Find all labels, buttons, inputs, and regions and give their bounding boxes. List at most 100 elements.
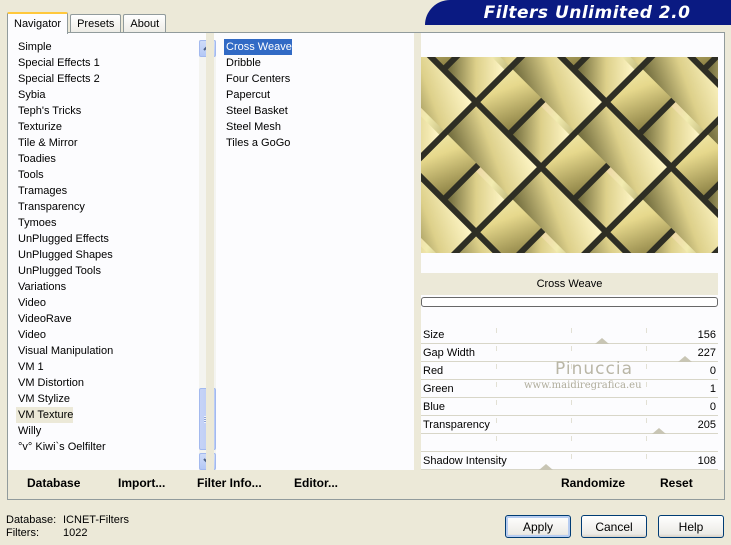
parameter-list: Size 156 Gap Width 227 Red 0 Green 1 Blue 0 Transp… [421, 326, 718, 470]
list-item[interactable]: UnPlugged Shapes [16, 247, 113, 263]
filters-label: Filters: [6, 527, 39, 539]
filter-preview [421, 57, 718, 253]
tab-navigator[interactable]: Navigator [7, 12, 69, 34]
param-row-empty[interactable] [421, 434, 718, 452]
editor-button[interactable]: Editor... [294, 476, 338, 490]
apply-button[interactable]: Apply [505, 515, 571, 538]
slider-tick [646, 382, 647, 387]
list-item[interactable]: VideoRave [16, 311, 72, 327]
cancel-button[interactable]: Cancel [581, 515, 647, 538]
list-item[interactable]: Steel Basket [224, 103, 288, 119]
slider-tick [496, 400, 497, 405]
list-item[interactable]: Tools [16, 167, 44, 183]
divider [206, 33, 214, 470]
database-value: ICNET-Filters [63, 514, 129, 526]
list-item[interactable]: Papercut [224, 87, 270, 103]
tab-about[interactable]: About [123, 14, 167, 33]
category-list[interactable]: Simple Special Effects 1 Special Effects 2… [16, 39, 196, 463]
preview-title: Cross Weave [421, 273, 718, 295]
preview-title-label: Cross Weave [536, 278, 603, 290]
param-value: 1 [709, 383, 716, 395]
app-title: Filters Unlimited 2.0 [483, 2, 691, 23]
slider-tick [496, 382, 497, 387]
param-value: 0 [709, 365, 716, 377]
param-row[interactable]: Blue 0 [421, 398, 718, 416]
list-item[interactable]: Tymoes [16, 215, 57, 231]
param-row[interactable]: Size 156 [421, 326, 718, 344]
help-button[interactable]: Help [658, 515, 724, 538]
list-item[interactable]: UnPlugged Tools [16, 263, 101, 279]
slider-tick [646, 400, 647, 405]
slider-tick [571, 454, 572, 459]
slider-tick [496, 346, 497, 351]
app-banner: Filters Unlimited 2.0 [425, 0, 731, 25]
filters-count: 1022 [63, 527, 88, 539]
slider-tick [571, 328, 572, 333]
list-item[interactable]: VM Stylize [16, 391, 70, 407]
divider [414, 470, 421, 499]
list-item[interactable]: Sybia [16, 87, 46, 103]
param-label: Size [423, 329, 445, 341]
slider-tick [496, 436, 497, 441]
param-row[interactable]: Transparency 205 [421, 416, 718, 434]
param-value: 108 [697, 455, 716, 467]
list-item[interactable]: Dribble [224, 55, 261, 71]
slider-tick [646, 418, 647, 423]
list-item[interactable]: UnPlugged Effects [16, 231, 109, 247]
list-item[interactable]: Tiles a GoGo [224, 135, 290, 151]
list-item[interactable]: Video [16, 327, 46, 343]
param-value: 0 [709, 401, 716, 413]
param-label: Transparency [423, 419, 490, 431]
slider-ticks [421, 398, 718, 416]
list-item[interactable]: °v° Kiwi`s Oelfilter [16, 439, 106, 455]
list-item[interactable]: Special Effects 1 [16, 55, 100, 71]
import-button[interactable]: Import... [118, 476, 165, 490]
param-value: 156 [697, 329, 716, 341]
list-item[interactable]: Transparency [16, 199, 85, 215]
divider [414, 33, 421, 470]
list-item[interactable]: VM Texture [16, 407, 74, 423]
list-item[interactable]: Toadies [16, 151, 56, 167]
slider-tick [571, 418, 572, 423]
database-button[interactable]: Database [27, 476, 80, 490]
list-item[interactable]: Visual Manipulation [16, 343, 113, 359]
list-item[interactable]: Tramages [16, 183, 67, 199]
filter-info-button[interactable]: Filter Info... [197, 476, 262, 490]
param-label: Shadow Intensity [423, 455, 507, 467]
weave-preview-image [421, 57, 718, 253]
reset-button[interactable]: Reset [660, 476, 693, 490]
slider-ticks [421, 434, 718, 452]
list-item[interactable]: Special Effects 2 [16, 71, 100, 87]
list-item[interactable]: VM Distortion [16, 375, 84, 391]
filter-list[interactable]: Cross Weave Dribble Four Centers Papercut St… [224, 39, 412, 463]
slider-tick [571, 346, 572, 351]
param-label: Gap Width [423, 347, 475, 359]
list-item[interactable]: Teph's Tricks [16, 103, 81, 119]
param-value: 205 [697, 419, 716, 431]
list-item[interactable]: Video [16, 295, 46, 311]
slider-tick [646, 454, 647, 459]
param-label: Red [423, 365, 444, 377]
progress-bar [421, 297, 718, 307]
list-item[interactable]: Cross Weave [224, 39, 292, 55]
tab-presets[interactable]: Presets [70, 14, 122, 33]
list-item[interactable]: Four Centers [224, 71, 290, 87]
database-label: Database: [6, 514, 57, 526]
watermark-site: www.maidiregrafica.eu [524, 380, 642, 391]
param-value: 227 [697, 347, 716, 359]
randomize-button[interactable]: Randomize [561, 476, 625, 490]
list-item[interactable]: Steel Mesh [224, 119, 281, 135]
list-item[interactable]: Willy [16, 423, 41, 439]
list-item[interactable]: VM 1 [16, 359, 44, 375]
slider-tick [571, 436, 572, 441]
slider-tick [571, 400, 572, 405]
bottom-bar: Database Import... Filter Info... Editor… [8, 470, 724, 499]
slider-tick [646, 328, 647, 333]
list-item[interactable]: Simple [16, 39, 52, 55]
param-row[interactable]: Shadow Intensity 108 [421, 452, 718, 470]
tab-strip: Navigator Presets About [7, 11, 168, 34]
list-item[interactable]: Texturize [16, 119, 62, 135]
list-item[interactable]: Variations [16, 279, 66, 295]
list-item[interactable]: Tile & Mirror [16, 135, 77, 151]
slider-ticks [421, 326, 718, 344]
